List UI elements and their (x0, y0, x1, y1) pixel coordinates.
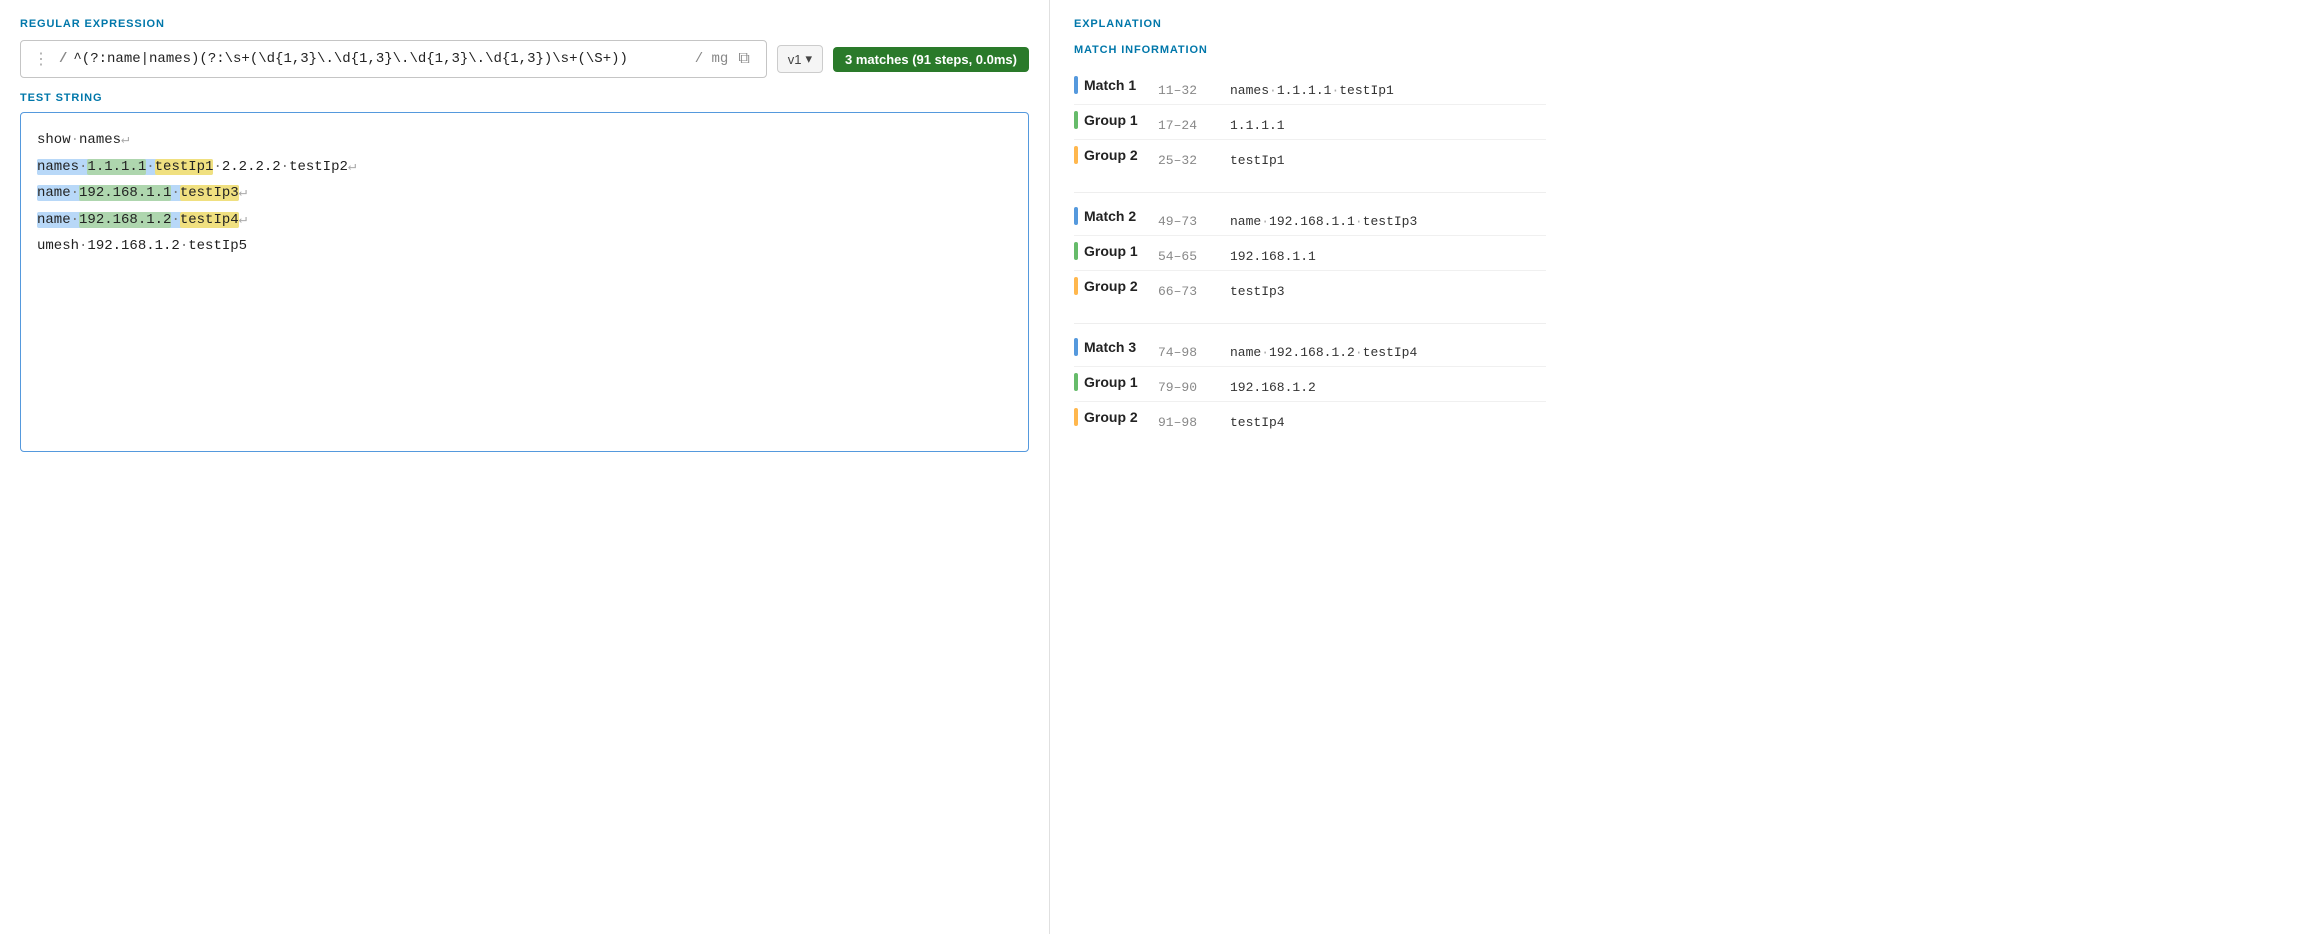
test-line-5: umesh·192.168.1.2·testIp5 (37, 233, 1012, 260)
right-panel: EXPLANATION MATCH INFORMATION Match 1 11… (1050, 0, 1570, 934)
match-row-2-g2: Group 2 66–73 testIp3 (1074, 271, 1546, 305)
test-line-1: show·names↵ (37, 127, 1012, 154)
match-row-3-g2: Group 2 91–98 testIp4 (1074, 402, 1546, 436)
copy-button[interactable]: ⧉ (734, 48, 753, 70)
match-1-g1-range: 17–24 (1158, 118, 1218, 133)
regex-toolbar: ⋮ / ^(?:name|names)(?:\s+(\d{1,3}\.\d{1,… (20, 40, 1029, 78)
match-3-g1-value: 192.168.1.2 (1230, 380, 1316, 395)
match-bar-blue-3 (1074, 338, 1078, 356)
match-info-title: MATCH INFORMATION (1074, 44, 1546, 56)
match-2-group1-label: Group 1 (1074, 242, 1146, 260)
match-3-g1-range: 79–90 (1158, 380, 1218, 395)
group-bar-orange (1074, 146, 1078, 164)
test-line-4: name·192.168.1.2·testIp4↵ (37, 207, 1012, 234)
match-row-3: Match 3 74–98 name·192.168.1.2·testIp4 (1074, 332, 1546, 367)
match-2-label-text: Match 2 (1084, 208, 1136, 224)
group-2-label-text-3: Group 2 (1084, 409, 1138, 425)
match-2-value: name·192.168.1.1·testIp3 (1230, 214, 1417, 229)
version-arrow-icon: ▾ (805, 51, 812, 67)
match-2-g1-range: 54–65 (1158, 249, 1218, 264)
match-2-group2-label: Group 2 (1074, 277, 1146, 295)
match-2-g1-value: 192.168.1.1 (1230, 249, 1316, 264)
group-bar-green (1074, 111, 1078, 129)
left-panel: REGULAR EXPRESSION ⋮ / ^(?:name|names)(?… (0, 0, 1050, 934)
match-row-2-g1: Group 1 54–65 192.168.1.1 (1074, 236, 1546, 271)
test-line-2: names·1.1.1.1·testIp1·2.2.2.2·testIp2↵ (37, 154, 1012, 181)
test-line-3: name·192.168.1.1·testIp3↵ (37, 180, 1012, 207)
match-block-1: Match 1 11–32 names·1.1.1.1·testIp1 Grou… (1074, 70, 1546, 174)
match-block-3: Match 3 74–98 name·192.168.1.2·testIp4 G… (1074, 332, 1546, 436)
version-selector[interactable]: v1 ▾ (777, 45, 823, 73)
group-2-label-text-2: Group 2 (1084, 278, 1138, 294)
match-3-label-text: Match 3 (1084, 339, 1136, 355)
match-row-1-g2: Group 2 25–32 testIp1 (1074, 140, 1546, 174)
match-2-label: Match 2 (1074, 207, 1146, 225)
match-1-g1-value: 1.1.1.1 (1230, 118, 1285, 133)
group-bar-green-3 (1074, 373, 1078, 391)
match-row-3-g1: Group 1 79–90 192.168.1.2 (1074, 367, 1546, 402)
match-3-group2-label: Group 2 (1074, 408, 1146, 426)
match-row-2: Match 2 49–73 name·192.168.1.1·testIp3 (1074, 201, 1546, 236)
explanation-title: EXPLANATION (1074, 18, 1546, 30)
test-string-label: TEST STRING (20, 92, 1029, 104)
match-3-g2-value: testIp4 (1230, 415, 1285, 430)
regex-input-row: ⋮ / ^(?:name|names)(?:\s+(\d{1,3}\.\d{1,… (20, 40, 767, 78)
match-row-1-g1: Group 1 17–24 1.1.1.1 (1074, 105, 1546, 140)
match-bar-blue (1074, 76, 1078, 94)
group-bar-orange-2 (1074, 277, 1078, 295)
match-1-value: names·1.1.1.1·testIp1 (1230, 83, 1394, 98)
regex-flags: / mg (695, 51, 729, 67)
match-3-value: name·192.168.1.2·testIp4 (1230, 345, 1417, 360)
match-block-2: Match 2 49–73 name·192.168.1.1·testIp3 G… (1074, 201, 1546, 305)
test-string-section: TEST STRING show·names↵ names·1.1.1.1·te… (20, 92, 1029, 452)
match-2-range: 49–73 (1158, 214, 1218, 229)
match-1-g2-range: 25–32 (1158, 153, 1218, 168)
match-3-g2-range: 91–98 (1158, 415, 1218, 430)
match-3-range: 74–98 (1158, 345, 1218, 360)
group-1-label-text-2: Group 1 (1084, 243, 1138, 259)
group-1-label-text-3: Group 1 (1084, 374, 1138, 390)
test-string-box[interactable]: show·names↵ names·1.1.1.1·testIp1·2.2.2.… (20, 112, 1029, 452)
group-bar-orange-3 (1074, 408, 1078, 426)
match-3-label: Match 3 (1074, 338, 1146, 356)
match-1-range: 11–32 (1158, 83, 1218, 98)
regex-pattern: ^(?:name|names)(?:\s+(\d{1,3}\.\d{1,3}\.… (73, 51, 682, 67)
divider-1 (1074, 192, 1546, 193)
match-1-group1-label: Group 1 (1074, 111, 1146, 129)
group-1-label-text: Group 1 (1084, 112, 1138, 128)
regex-section-label: REGULAR EXPRESSION (20, 18, 1029, 30)
match-bar-blue-2 (1074, 207, 1078, 225)
match-3-group1-label: Group 1 (1074, 373, 1146, 391)
match-row-1: Match 1 11–32 names·1.1.1.1·testIp1 (1074, 70, 1546, 105)
match-2-g2-range: 66–73 (1158, 284, 1218, 299)
match-1-g2-value: testIp1 (1230, 153, 1285, 168)
match-2-g2-value: testIp3 (1230, 284, 1285, 299)
divider-2 (1074, 323, 1546, 324)
group-2-label-text: Group 2 (1084, 147, 1138, 163)
drag-handle-icon[interactable]: ⋮ (33, 49, 49, 69)
match-1-group2-label: Group 2 (1074, 146, 1146, 164)
match-1-label: Match 1 (1074, 76, 1146, 94)
match-count-badge: 3 matches (91 steps, 0.0ms) (833, 47, 1029, 72)
version-label: v1 (788, 52, 802, 67)
match-1-label-text: Match 1 (1084, 77, 1136, 93)
regex-delimiter-open: / (59, 51, 67, 67)
group-bar-green-2 (1074, 242, 1078, 260)
